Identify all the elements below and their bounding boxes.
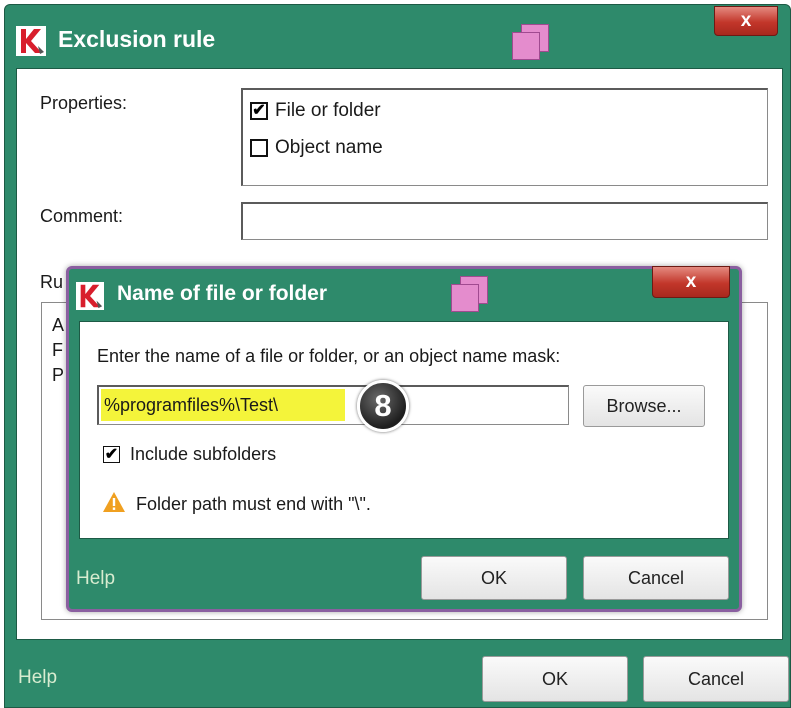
property-object-name[interactable]: Object name <box>250 137 383 159</box>
properties-label: Properties: <box>40 93 128 113</box>
warning-message: Folder path must end with "\". <box>136 494 371 514</box>
object-name-label: Object name <box>275 137 383 158</box>
kaspersky-logo-icon <box>76 282 104 310</box>
help-link[interactable]: Help <box>18 667 57 689</box>
dialog-title: Name of file or folder <box>117 282 328 305</box>
step-badge: 8 <box>357 380 409 432</box>
dialog-stack-icon <box>446 272 490 314</box>
ok-button[interactable]: OK <box>482 656 628 702</box>
warning-triangle-icon <box>103 492 125 512</box>
dialog-cancel-button[interactable]: Cancel <box>583 556 729 600</box>
comment-label: Comment: <box>40 206 124 226</box>
include-subfolders-checkbox[interactable]: ✔ <box>103 446 120 463</box>
property-file-or-folder[interactable]: ✔ File or folder <box>250 100 381 122</box>
rule-description-text: A F P <box>52 315 65 385</box>
window-stack-icon <box>507 20 551 62</box>
file-or-folder-label: File or folder <box>275 100 381 121</box>
include-subfolders-option[interactable]: ✔ Include subfolders <box>103 444 276 465</box>
comment-input[interactable] <box>241 202 768 240</box>
path-input-value: %programfiles%\Test\ <box>104 395 279 415</box>
browse-button[interactable]: Browse... <box>583 385 705 427</box>
cancel-button[interactable]: Cancel <box>643 656 789 702</box>
dialog-help-link[interactable]: Help <box>76 568 115 590</box>
rule-label: Ru <box>40 272 64 292</box>
dialog-ok-button[interactable]: OK <box>421 556 567 600</box>
window-title: Exclusion rule <box>58 26 216 52</box>
include-subfolders-label: Include subfolders <box>130 444 277 464</box>
file-or-folder-checkbox[interactable]: ✔ <box>250 102 268 120</box>
object-name-checkbox[interactable] <box>250 139 268 157</box>
kaspersky-logo-icon <box>16 26 46 56</box>
dialog-prompt: Enter the name of a file or folder, or a… <box>97 346 561 366</box>
close-button[interactable]: x <box>714 6 778 36</box>
dialog-close-button[interactable]: x <box>652 266 730 298</box>
